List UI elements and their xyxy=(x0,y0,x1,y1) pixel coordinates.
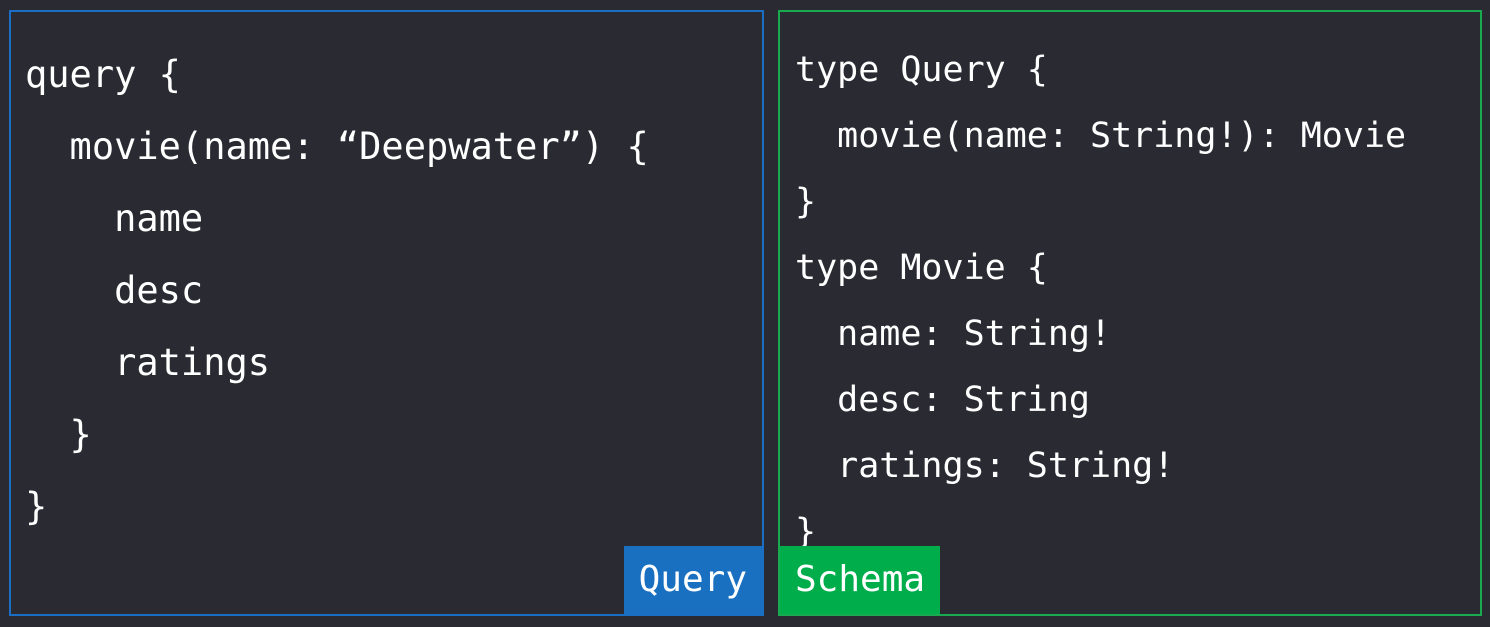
schema-panel: type Query { movie(name: String!): Movie… xyxy=(778,10,1482,616)
schema-line-6: desc: String xyxy=(795,380,1091,420)
schema-line-7: ratings: String! xyxy=(795,446,1175,486)
query-line-2: movie(name: “Deepwater”) { xyxy=(25,125,649,168)
schema-line-3: } xyxy=(795,182,817,222)
schema-line-1: type Query { xyxy=(795,50,1048,90)
query-line-5: ratings xyxy=(25,341,271,384)
schema-line-2: movie(name: String!): Movie xyxy=(795,116,1407,156)
query-line-3: name xyxy=(25,197,204,240)
query-line-7: } xyxy=(25,485,48,528)
query-label-tag: Query xyxy=(623,546,762,614)
query-line-4: desc xyxy=(25,269,204,312)
query-line-1: query { xyxy=(25,53,181,96)
query-line-6: } xyxy=(25,413,92,456)
schema-line-4: type Movie { xyxy=(795,248,1048,288)
schema-line-8: } xyxy=(795,512,817,552)
query-panel: query { movie(name: “Deepwater”) { name … xyxy=(9,10,764,616)
schema-line-5: name: String! xyxy=(795,314,1112,354)
schema-label-tag: Schema xyxy=(780,546,941,614)
